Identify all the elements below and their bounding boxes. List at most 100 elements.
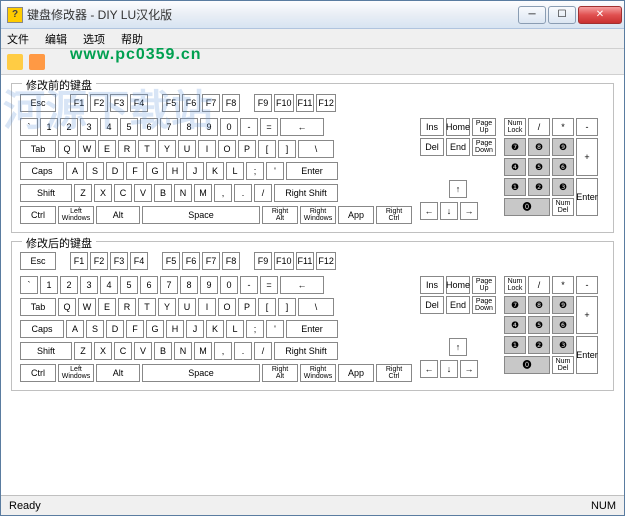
key[interactable]: H	[166, 320, 184, 338]
key[interactable]: K	[206, 162, 224, 180]
key[interactable]: Z	[74, 184, 92, 202]
key[interactable]: Z	[74, 342, 92, 360]
key-num[interactable]: ❽	[528, 138, 550, 156]
key-num[interactable]: ❻	[552, 158, 574, 176]
key-home[interactable]: Home	[446, 276, 470, 294]
key-f3[interactable]: F3	[110, 252, 128, 270]
key[interactable]: T	[138, 298, 156, 316]
key-left[interactable]: ←	[420, 360, 438, 378]
key-numenter[interactable]: Enter	[576, 178, 598, 216]
key-ctrl[interactable]: Ctrl	[20, 364, 56, 382]
key-backspace[interactable]: ←	[280, 276, 324, 294]
key-f10[interactable]: F10	[274, 94, 294, 112]
key[interactable]: N	[174, 342, 192, 360]
key[interactable]: 4	[100, 118, 118, 136]
key[interactable]: R	[118, 298, 136, 316]
key-caps[interactable]: Caps	[20, 162, 64, 180]
key[interactable]: ,	[214, 342, 232, 360]
key[interactable]: ]	[278, 298, 296, 316]
key-tab[interactable]: Tab	[20, 140, 56, 158]
key-num[interactable]: ❸	[552, 178, 574, 196]
menu-options[interactable]: 选项	[81, 30, 107, 48]
key[interactable]: =	[260, 276, 278, 294]
key-pgdn[interactable]: Page Down	[472, 138, 496, 156]
tool-icon-1[interactable]	[7, 54, 23, 70]
key-numadd[interactable]: +	[576, 138, 598, 176]
key-numenter[interactable]: Enter	[576, 336, 598, 374]
key-app[interactable]: App	[338, 206, 374, 224]
key[interactable]: 6	[140, 118, 158, 136]
key-num[interactable]: ❷	[528, 336, 550, 354]
key-num[interactable]: ❻	[552, 316, 574, 334]
key[interactable]: U	[178, 140, 196, 158]
key[interactable]: S	[86, 320, 104, 338]
key[interactable]: Y	[158, 298, 176, 316]
key[interactable]: 7	[160, 276, 178, 294]
key[interactable]: F	[126, 320, 144, 338]
key-end[interactable]: End	[446, 138, 470, 156]
key[interactable]: D	[106, 320, 124, 338]
key-esc[interactable]: Esc	[20, 94, 56, 112]
key-ralt[interactable]: Right Alt	[262, 364, 298, 382]
key-num[interactable]: ❺	[528, 158, 550, 176]
key-f2[interactable]: F2	[90, 94, 108, 112]
key[interactable]: '	[266, 320, 284, 338]
key[interactable]: `	[20, 118, 38, 136]
key-enter[interactable]: Enter	[286, 162, 338, 180]
key-num0[interactable]: ⓿	[504, 198, 550, 216]
key-f9[interactable]: F9	[254, 94, 272, 112]
key[interactable]: W	[78, 140, 96, 158]
key-num[interactable]: /	[528, 276, 550, 294]
key-f9[interactable]: F9	[254, 252, 272, 270]
key-rshift[interactable]: Right Shift	[274, 184, 338, 202]
key[interactable]: X	[94, 184, 112, 202]
key-num[interactable]: *	[552, 276, 574, 294]
key[interactable]: F	[126, 162, 144, 180]
key[interactable]: /	[254, 342, 272, 360]
key[interactable]: J	[186, 320, 204, 338]
key[interactable]: 5	[120, 118, 138, 136]
key[interactable]: -	[240, 118, 258, 136]
key-app[interactable]: App	[338, 364, 374, 382]
menu-edit[interactable]: 编辑	[43, 30, 69, 48]
key[interactable]: ]	[278, 140, 296, 158]
key-f2[interactable]: F2	[90, 252, 108, 270]
key-ins[interactable]: Ins	[420, 276, 444, 294]
key-f12[interactable]: F12	[316, 252, 336, 270]
key-del[interactable]: Del	[420, 296, 444, 314]
key[interactable]: ;	[246, 320, 264, 338]
key-enter[interactable]: Enter	[286, 320, 338, 338]
key-num[interactable]: *	[552, 118, 574, 136]
key-backslash[interactable]: \	[298, 140, 334, 158]
key-space[interactable]: Space	[142, 364, 260, 382]
key[interactable]: 3	[80, 118, 98, 136]
key-right[interactable]: →	[460, 360, 478, 378]
key-f11[interactable]: F11	[296, 252, 315, 270]
key[interactable]: J	[186, 162, 204, 180]
key-num[interactable]: ❹	[504, 158, 526, 176]
key-ralt[interactable]: Right Alt	[262, 206, 298, 224]
key-caps[interactable]: Caps	[20, 320, 64, 338]
key-f12[interactable]: F12	[316, 94, 336, 112]
key-f6[interactable]: F6	[182, 94, 200, 112]
key-tab[interactable]: Tab	[20, 298, 56, 316]
key[interactable]: ,	[214, 184, 232, 202]
key[interactable]: [	[258, 298, 276, 316]
key-left[interactable]: ←	[420, 202, 438, 220]
key[interactable]: L	[226, 162, 244, 180]
key-f8[interactable]: F8	[222, 94, 240, 112]
key-num[interactable]: Num Lock	[504, 276, 526, 294]
key[interactable]: 8	[180, 276, 198, 294]
key-f6[interactable]: F6	[182, 252, 200, 270]
key[interactable]: M	[194, 184, 212, 202]
key[interactable]: [	[258, 140, 276, 158]
key-num[interactable]: ❼	[504, 138, 526, 156]
key[interactable]: .	[234, 342, 252, 360]
key[interactable]: S	[86, 162, 104, 180]
key-num[interactable]: ❹	[504, 316, 526, 334]
key-num[interactable]: -	[576, 118, 598, 136]
key[interactable]: C	[114, 184, 132, 202]
key-backslash[interactable]: \	[298, 298, 334, 316]
key-num[interactable]: -	[576, 276, 598, 294]
key[interactable]: P	[238, 298, 256, 316]
